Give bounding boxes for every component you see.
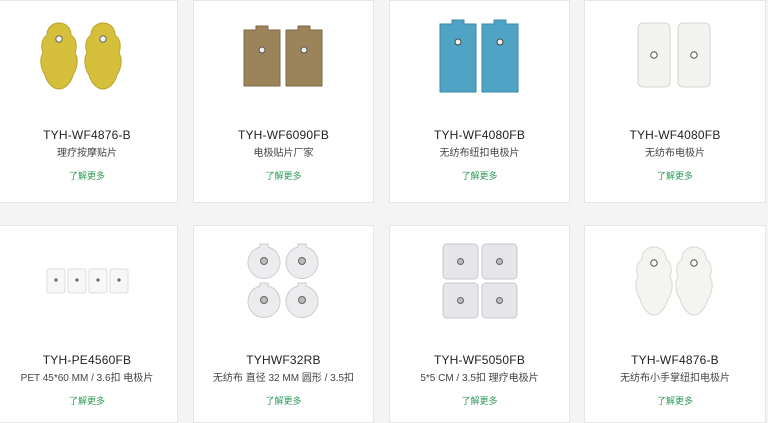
learn-more-link[interactable]: 了解更多	[390, 169, 569, 182]
product-grid: TYH-WF4876-B 理疗按摩贴片 了解更多 TYH-WF6090FB 电极…	[0, 0, 768, 423]
product-description: 无纺布纽扣电极片	[439, 148, 520, 159]
electrode-pad-yellow-palm-image	[40, 22, 122, 90]
product-description: 电极贴片厂家	[253, 148, 314, 159]
product-image[interactable]	[390, 226, 569, 336]
electrode-pad-round-image	[247, 243, 318, 318]
product-description: 无纺布小手掌纽扣电极片	[620, 373, 730, 384]
learn-more-link[interactable]: 了解更多	[585, 169, 765, 182]
product-card[interactable]: TYH-WF6090FB 电极贴片厂家 了解更多	[193, 0, 374, 203]
product-image[interactable]	[194, 226, 373, 336]
product-code: TYH-WF6090FB	[237, 128, 330, 142]
product-image[interactable]	[390, 1, 569, 111]
product-code: TYH-WF4080FB	[629, 128, 721, 142]
learn-more-link[interactable]: 了解更多	[0, 169, 177, 182]
product-card[interactable]: TYH-WF4080FB 无纺布纽扣电极片 了解更多	[389, 0, 570, 203]
product-card[interactable]: TYH-WF5050FB 5*5 CM / 3.5扣 理疗电极片 了解更多	[389, 225, 570, 423]
electrode-pad-white-rect-image	[637, 22, 711, 88]
product-code: TYH-WF5050FB	[433, 353, 526, 367]
product-card[interactable]: TYH-PE4560FB PET 45*60 MM / 3.6扣 电极片 了解更…	[0, 225, 178, 423]
product-description: 无纺布 直径 32 MM 圆形 / 3.5扣	[212, 373, 355, 384]
electrode-pad-blue-rect-image	[439, 19, 518, 93]
product-image[interactable]	[0, 226, 177, 336]
product-card[interactable]: TYH-WF4080FB 无纺布电极片 了解更多	[584, 0, 766, 203]
electrode-pad-small-white-image	[46, 268, 129, 294]
learn-more-link[interactable]: 了解更多	[585, 394, 765, 407]
product-description: PET 45*60 MM / 3.6扣 电极片	[20, 373, 154, 384]
product-card[interactable]: TYH-WF4876-B 理疗按摩贴片 了解更多	[0, 0, 178, 203]
product-description: 5*5 CM / 3.5扣 理疗电极片	[420, 373, 539, 384]
product-code: TYH-WF4080FB	[433, 128, 526, 142]
product-card[interactable]: TYH-WF4876-B 无纺布小手掌纽扣电极片 了解更多	[584, 225, 766, 423]
product-image[interactable]	[585, 1, 765, 111]
product-code: TYH-PE4560FB	[42, 353, 132, 367]
product-description: 理疗按摩贴片	[57, 148, 117, 159]
learn-more-link[interactable]: 了解更多	[194, 394, 373, 407]
product-code: TYH-WF4876-B	[43, 128, 131, 142]
electrode-pad-brown-rect-image	[243, 25, 322, 87]
product-image[interactable]	[194, 1, 373, 111]
product-image[interactable]	[0, 1, 177, 111]
learn-more-link[interactable]: 了解更多	[194, 169, 373, 182]
electrode-pad-square-image	[442, 243, 517, 319]
product-description: 无纺布电极片	[645, 148, 705, 159]
product-code: TYH-WF4876-B	[631, 353, 719, 367]
electrode-pad-white-palm-image	[635, 246, 713, 316]
learn-more-link[interactable]: 了解更多	[0, 394, 177, 407]
product-card[interactable]: TYHWF32RB 无纺布 直径 32 MM 圆形 / 3.5扣 了解更多	[193, 225, 374, 423]
product-image[interactable]	[585, 226, 765, 336]
product-code: TYHWF32RB	[246, 353, 321, 367]
learn-more-link[interactable]: 了解更多	[390, 394, 569, 407]
